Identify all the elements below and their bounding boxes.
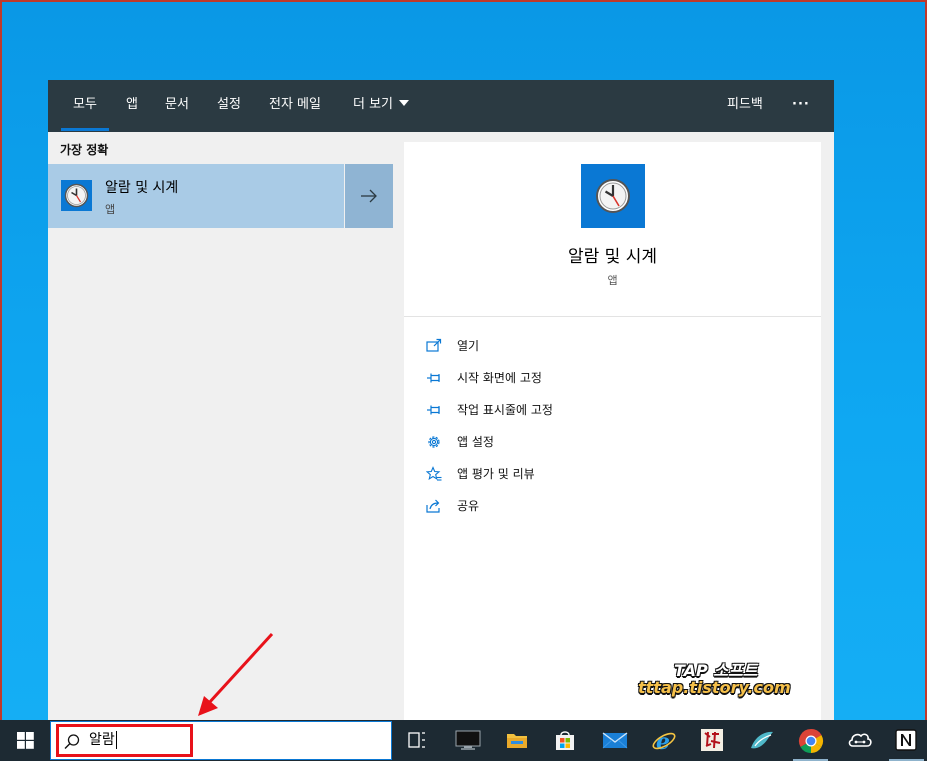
taskbar-chrome[interactable] — [787, 720, 834, 761]
share-label: 공유 — [457, 499, 480, 513]
details-app-name: 알람 및 시계 — [567, 247, 657, 267]
store-bag-icon — [556, 731, 574, 750]
details-divider — [404, 316, 821, 317]
pin-icon — [427, 373, 440, 383]
star-icon — [426, 466, 442, 481]
gear-icon — [428, 436, 440, 448]
annotation-arrow — [198, 632, 274, 716]
taskbar-notion[interactable] — [883, 720, 927, 761]
taskbar-microsoft-store[interactable] — [542, 720, 589, 761]
tab-all[interactable]: 모두 — [61, 80, 109, 132]
start-button[interactable] — [0, 720, 50, 761]
best-match-heading: 가장 정확 — [60, 143, 109, 157]
open-action[interactable]: 열기 — [426, 334, 786, 358]
tab-more-dropdown[interactable]: 더 보기 — [353, 80, 410, 132]
taskbar-monitor-app[interactable] — [444, 720, 491, 761]
open-icon — [426, 338, 442, 352]
share-action[interactable]: 공유 — [426, 494, 786, 518]
task-view-icon — [408, 732, 425, 748]
watermark-url: tttap.tistory.com — [638, 678, 791, 697]
tab-apps[interactable]: 앱 — [126, 80, 138, 132]
taskbar-bird-app[interactable] — [738, 720, 785, 761]
svg-text:e: e — [656, 729, 670, 754]
pin-to-taskbar-action[interactable]: 작업 표시줄에 고정 — [426, 398, 786, 422]
rate-and-review-label: 앱 평가 및 리뷰 — [457, 467, 535, 481]
open-details-button[interactable] — [345, 164, 393, 228]
taskbar-file-explorer[interactable] — [494, 720, 541, 761]
calligraphy-app-icon — [701, 729, 723, 751]
open-action-label: 열기 — [457, 339, 480, 353]
pin-to-start-label: 시작 화면에 고정 — [457, 371, 542, 385]
details-app-type: 앱 — [607, 274, 618, 287]
tab-email[interactable]: 전자 메일 — [269, 80, 321, 132]
arrow-right-icon — [361, 189, 377, 203]
internet-explorer-icon: e — [652, 729, 676, 754]
share-icon — [426, 499, 440, 513]
mail-icon — [602, 732, 628, 749]
app-settings-action[interactable]: 앱 설정 — [426, 430, 786, 454]
folder-icon — [507, 734, 527, 748]
tab-more-label: 더 보기 — [353, 97, 394, 112]
more-options-button[interactable]: ··· — [792, 80, 810, 132]
watermark: TAP 소프트 tttap.tistory.com — [638, 657, 798, 703]
best-match-result[interactable]: 알람 및 시계 앱 — [48, 164, 344, 228]
cloud-icon — [848, 733, 872, 747]
alarms-clock-large-icon — [581, 164, 645, 228]
tab-settings[interactable]: 설정 — [217, 80, 241, 132]
best-match-type: 앱 — [105, 203, 116, 216]
search-scope-bar: 모두 앱 문서 설정 전자 메일 더 보기 피드백 ··· — [48, 80, 834, 132]
pin-to-taskbar-label: 작업 표시줄에 고정 — [457, 403, 553, 417]
pin-to-start-action[interactable]: 시작 화면에 고정 — [426, 366, 786, 390]
details-pane: 알람 및 시계 앱 열기 시작 화면에 고정 작업 표시줄에 고정 앱 설정 앱… — [404, 142, 821, 720]
pin-icon — [427, 405, 440, 415]
caret-down-icon — [399, 100, 410, 106]
taskbar-mail[interactable] — [591, 720, 638, 761]
rate-and-review-action[interactable]: 앱 평가 및 리뷰 — [426, 462, 786, 486]
notion-icon — [895, 729, 917, 751]
taskbar-calligraphy-app[interactable] — [689, 720, 736, 761]
search-box-highlight — [56, 724, 193, 757]
app-settings-label: 앱 설정 — [457, 435, 494, 449]
best-match-name: 알람 및 시계 — [105, 180, 179, 196]
bird-app-icon — [751, 731, 773, 749]
monitor-icon — [455, 730, 481, 750]
feedback-button[interactable]: 피드백 — [727, 80, 763, 132]
search-flyout: 모두 앱 문서 설정 전자 메일 더 보기 피드백 ··· 가장 정확 알람 및… — [48, 80, 834, 720]
windows-logo-icon — [17, 732, 34, 749]
task-view-button[interactable] — [394, 720, 441, 761]
tab-documents[interactable]: 문서 — [165, 80, 189, 132]
chrome-icon — [798, 729, 824, 754]
taskbar-cloud-app[interactable] — [836, 720, 883, 761]
alarms-clock-app-icon — [61, 180, 92, 211]
taskbar-internet-explorer[interactable]: e — [640, 720, 687, 761]
